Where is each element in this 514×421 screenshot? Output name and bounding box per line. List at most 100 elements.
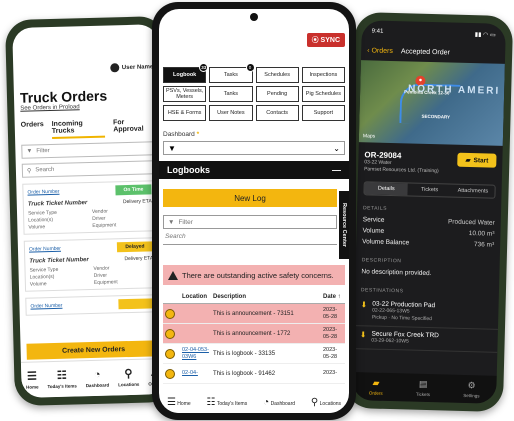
tile-support[interactable]: Support <box>301 105 345 121</box>
tile-logbook[interactable]: Logbook 33 <box>163 63 209 83</box>
sync-label: SYNC <box>320 37 340 44</box>
tile-inspections[interactable]: Inspections <box>301 67 345 83</box>
nav-settings[interactable]: ⚙ Settings <box>463 380 480 398</box>
start-button[interactable]: ▰ Start <box>457 152 497 168</box>
tab-incoming-trucks[interactable]: Incoming Trucks <box>51 119 106 139</box>
nav-locations[interactable]: ⚲ Locations <box>118 367 139 386</box>
order-company: Pamset Resources Ltd. (Training) <box>364 166 439 175</box>
tile-tasks[interactable]: Tasks 0 <box>209 63 255 83</box>
gear-icon: ⚙ <box>467 380 476 391</box>
filter-input[interactable]: ▼ Filter <box>163 215 337 229</box>
tab-attachments[interactable]: Attachments <box>451 185 495 198</box>
header-label: Date <box>323 294 337 300</box>
resource-center-tab[interactable]: Resource Center <box>339 191 349 259</box>
nav-todays-items[interactable]: ☷ Today's Items <box>47 369 77 389</box>
avatar-icon <box>109 63 120 73</box>
tile-pig-schedules[interactable]: Pig Schedules <box>301 86 345 102</box>
nav-orders[interactable]: ▰ Orders <box>368 377 383 396</box>
column-header[interactable]: Description <box>213 294 320 300</box>
nav-home[interactable]: ☰ Home <box>167 397 191 408</box>
announcement-icon <box>165 308 175 319</box>
status-badge: Delayed <box>116 241 154 253</box>
column-header[interactable]: Date ↑ <box>323 294 343 300</box>
collapse-icon[interactable]: — <box>332 165 341 175</box>
table-row[interactable]: This is announcement - 1772 2023-05-28 <box>163 324 345 344</box>
ticket-number: Truck Ticket Number <box>29 257 89 265</box>
tile-schedules[interactable]: Schedules <box>255 67 299 83</box>
order-number-link[interactable]: Order Number <box>30 303 62 310</box>
row-date: 2023- <box>323 370 338 377</box>
logbooks-header[interactable]: Logbooks — <box>159 161 349 179</box>
order-summary: OR-29084 03-22 Water Pamset Resources Lt… <box>358 142 503 177</box>
user-menu[interactable]: User Name <box>109 62 154 73</box>
nav-label: Orders <box>368 390 383 396</box>
warning-icon <box>168 270 178 280</box>
field-label: Volume <box>29 281 47 288</box>
sync-button[interactable]: ⦿ SYNC <box>306 33 345 47</box>
arrow-down-icon: ⬇ <box>359 330 367 340</box>
nav-locations[interactable]: ⚲ Locations <box>311 397 341 408</box>
order-card[interactable]: Order Number Delayed Truck Ticket Number… <box>23 237 160 292</box>
create-orders-button[interactable]: Create New Orders <box>26 340 161 360</box>
order-number-link[interactable]: Order Number <box>27 189 59 196</box>
tile-hse-forms[interactable]: HSE & Forms <box>163 105 207 121</box>
tile-tanks[interactable]: Tanks <box>209 86 253 102</box>
bottom-nav: ☰ Home ☷ Today's Items ◔ Dashboard ⚲ Loc… <box>159 397 349 413</box>
nav-dashboard[interactable]: ◔ Dashboard <box>263 397 295 408</box>
announcement-icon <box>165 328 175 339</box>
order-card[interactable]: Order Number On Time Truck Ticket Number… <box>22 180 158 235</box>
order-card[interactable]: Order Number <box>25 294 160 316</box>
destination-item[interactable]: ⬇ Secure Fox Creek TRD 03-29-062-10W5 <box>353 326 498 353</box>
middle-phone: ⦿ SYNC Logbook 33 Tasks 0 Schedules Inspec… <box>152 2 356 420</box>
destination-item[interactable]: ⬇ 03-22 Production Pad 02-22-065-13W5 Pi… <box>353 296 499 330</box>
back-button[interactable]: ‹ Orders <box>367 47 393 55</box>
nav-label: Locations <box>319 401 342 407</box>
row-location[interactable]: 02-04-053-03W6 <box>182 347 210 360</box>
nav-todays-items[interactable]: ☷ Today's Items <box>207 397 248 408</box>
gauge-icon: ◔ <box>263 397 270 408</box>
tab-details[interactable]: Details <box>364 182 409 196</box>
tile-label: Contacts <box>266 110 288 116</box>
tab-for-approval[interactable]: For Approval <box>113 118 155 137</box>
header-title: Accepted Order <box>400 47 450 56</box>
new-log-button[interactable]: New Log <box>163 189 337 207</box>
tile-pending[interactable]: Pending <box>255 86 299 102</box>
tile-label: Pig Schedules <box>305 91 341 97</box>
search-input[interactable]: ⚲ Search <box>21 160 157 178</box>
row-location[interactable]: 02-04- <box>182 370 210 377</box>
map-pin-icon: ⚲ <box>310 397 319 408</box>
nav-label: Home <box>25 383 39 390</box>
delivery-eta: Delivery ETA <box>122 198 152 206</box>
order-number-link[interactable]: Order Number <box>29 246 61 253</box>
filter-input[interactable]: ▼ Filter <box>21 141 156 159</box>
tab-orders[interactable]: Orders <box>21 121 44 140</box>
column-header[interactable]: Location <box>182 294 210 300</box>
table-row[interactable]: 02-04-053-03W6 This is logbook - 33135 2… <box>163 344 345 364</box>
dashboard-select[interactable]: ▼ ⌄ <box>163 141 345 155</box>
tile-label: Tanks <box>223 91 239 97</box>
tile-psvs[interactable]: PSVs, Vessels, Meters <box>163 86 207 102</box>
table-row[interactable]: This is announcement - 73151 2023-05-28 <box>163 304 345 324</box>
row-date: 2023-05-28 <box>323 347 338 360</box>
count-badge: 0 <box>245 63 255 72</box>
filter-icon: ▼ <box>168 143 176 153</box>
nav-dashboard[interactable]: ◔ Dashboard <box>85 368 110 387</box>
clock: 9:41 <box>371 28 384 35</box>
table-row[interactable]: 02-04- This is logbook - 91462 2023- <box>163 364 345 384</box>
row-description: This is announcement - 73151 <box>213 310 294 317</box>
filter-placeholder: Filter <box>178 218 193 226</box>
tile-user-notes[interactable]: User Notes <box>209 105 253 121</box>
nav-home[interactable]: ☰ Home <box>25 370 39 390</box>
tile-contacts[interactable]: Contacts <box>255 105 299 121</box>
nav-label: Dashboard <box>270 401 296 407</box>
route-map[interactable]: ● Pembina Creek 12-36 SECONDARY NORTH AM… <box>358 60 505 146</box>
detail-value: 10.00 m³ <box>468 230 495 238</box>
filter-icon: ▼ <box>26 148 33 155</box>
tab-tickets[interactable]: Tickets <box>408 183 452 196</box>
row-description: This is announcement - 1772 <box>213 330 291 337</box>
search-input[interactable]: Search <box>163 233 337 245</box>
scene: User Name Truck Orders See Orders in Pro… <box>0 0 514 421</box>
row-date: 2023-05-28 <box>323 327 338 340</box>
list-icon: ☷ <box>206 397 216 408</box>
nav-tickets[interactable]: ▤ Tickets <box>416 379 431 397</box>
